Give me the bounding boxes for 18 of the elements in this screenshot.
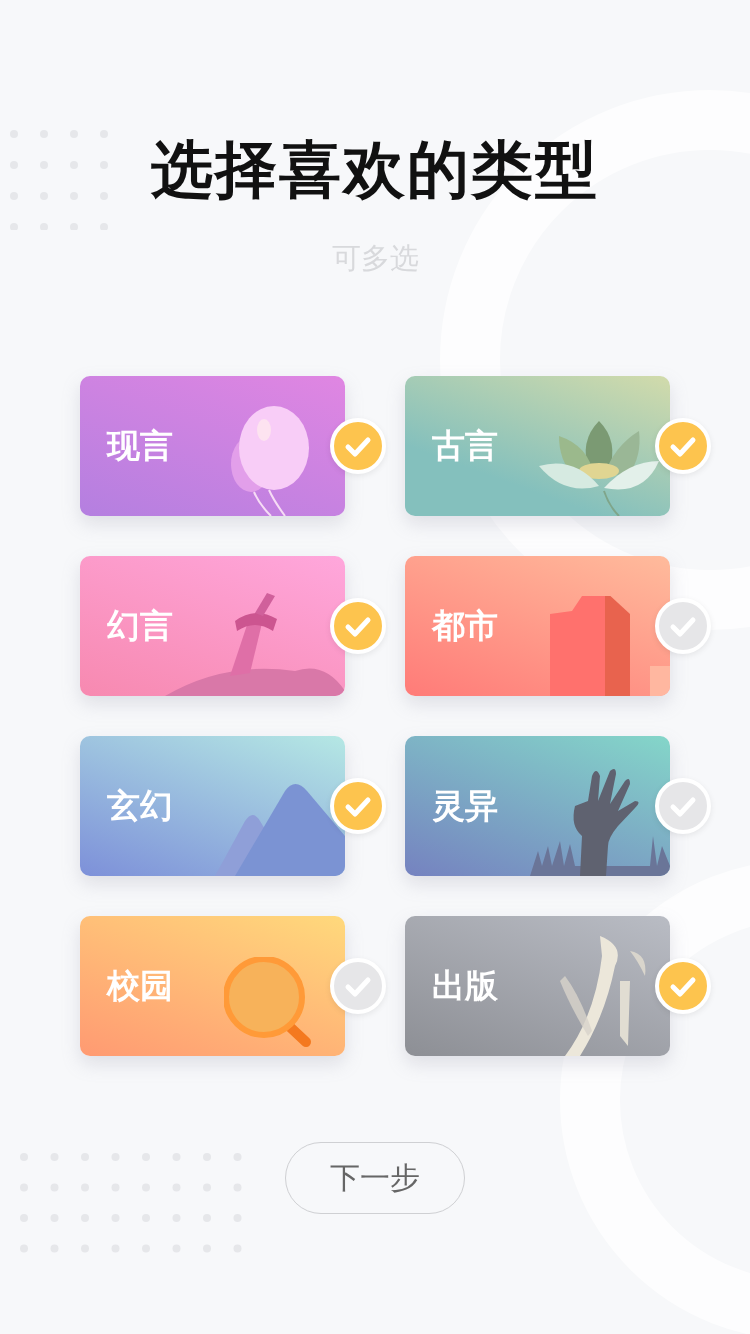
genre-card[interactable]: 古言 (405, 376, 670, 516)
genre-card[interactable]: 玄幻 (80, 736, 345, 876)
genre-card[interactable]: 幻言 (80, 556, 345, 696)
checkmark-icon[interactable] (330, 958, 386, 1014)
checkmark-icon[interactable] (655, 778, 711, 834)
checkmark-icon[interactable] (330, 418, 386, 474)
genre-card[interactable]: 校园 (80, 916, 345, 1056)
checkmark-icon[interactable] (655, 958, 711, 1014)
mountain-icon (215, 781, 345, 876)
checkmark-icon[interactable] (330, 598, 386, 654)
building-icon (550, 596, 670, 696)
genre-card[interactable]: 现言 (80, 376, 345, 516)
genre-card[interactable]: 都市 (405, 556, 670, 696)
genre-card[interactable]: 灵异 (405, 736, 670, 876)
page-title: 选择喜欢的类型 (151, 132, 599, 208)
checkmark-icon[interactable] (655, 418, 711, 474)
checkmark-icon[interactable] (330, 778, 386, 834)
genre-card[interactable]: 出版 (405, 916, 670, 1056)
